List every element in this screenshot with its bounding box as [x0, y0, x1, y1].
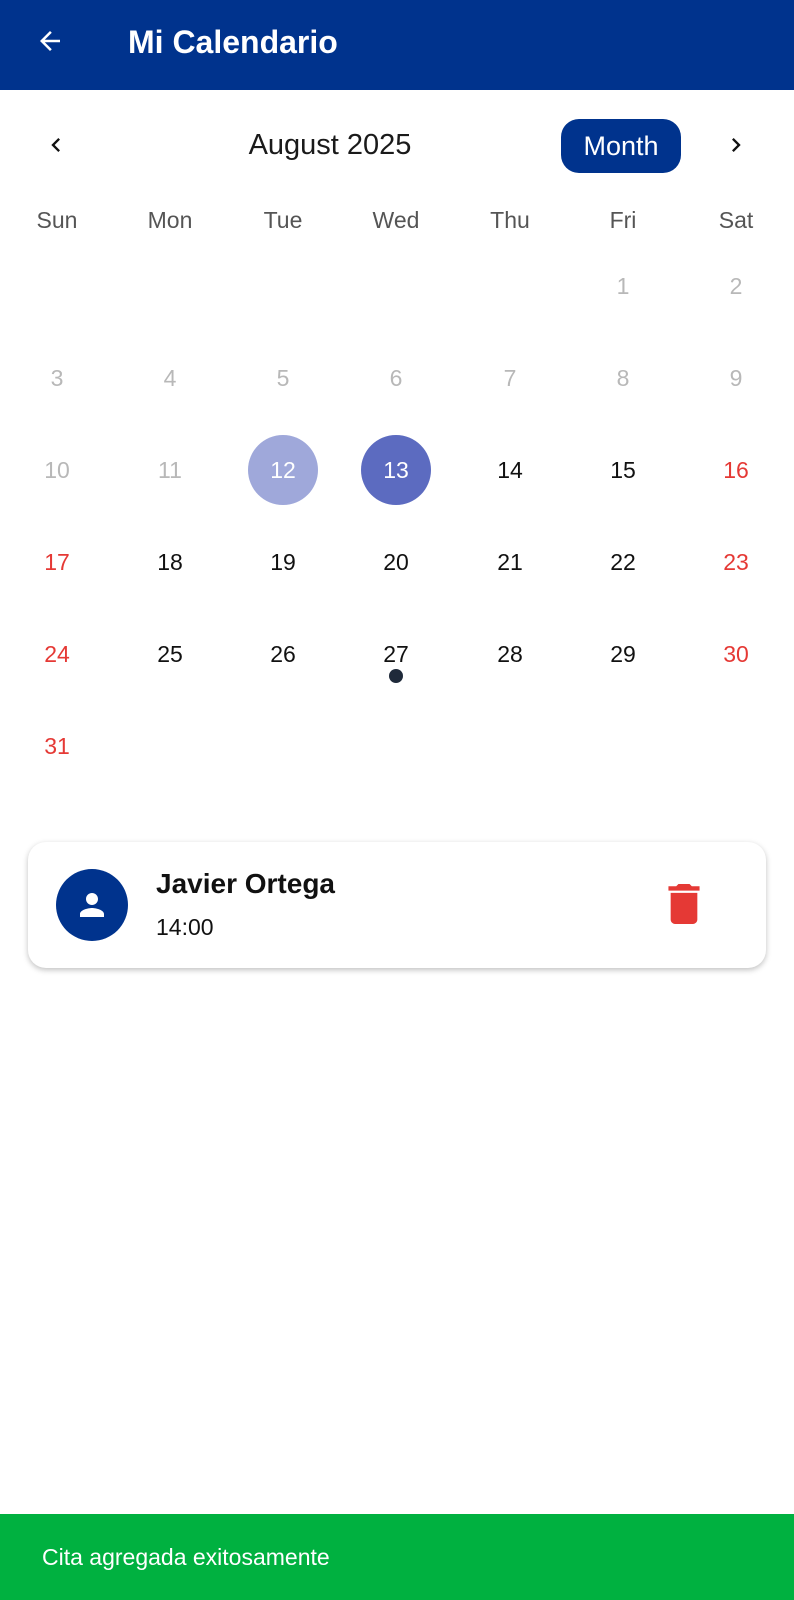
day-27[interactable]: 27 [361, 619, 431, 689]
appointment-card[interactable]: Javier Ortega 14:00 [28, 842, 766, 968]
day-14[interactable]: 14 [475, 435, 545, 505]
avatar [56, 869, 128, 941]
day-26[interactable]: 26 [248, 619, 318, 689]
day-15[interactable]: 15 [588, 435, 658, 505]
day-10[interactable]: 10 [22, 435, 92, 505]
day-7[interactable]: 7 [475, 343, 545, 413]
day-29[interactable]: 29 [588, 619, 658, 689]
appointment-name: Javier Ortega [156, 868, 335, 899]
day-20[interactable]: 20 [361, 527, 431, 597]
day-6[interactable]: 6 [361, 343, 431, 413]
delete-button[interactable] [664, 883, 704, 925]
day-13[interactable]: 13 [361, 435, 431, 505]
person-icon [80, 893, 104, 917]
snackbar: Cita agregada exitosamente [0, 1514, 794, 1600]
day-22[interactable]: 22 [588, 527, 658, 597]
snackbar-message: Cita agregada exitosamente [42, 1544, 330, 1570]
day-2[interactable]: 2 [701, 251, 771, 321]
day-28[interactable]: 28 [475, 619, 545, 689]
appointment-time: 14:00 [156, 914, 214, 940]
day-9[interactable]: 9 [701, 343, 771, 413]
day-12[interactable]: 12 [248, 435, 318, 505]
day-31[interactable]: 31 [22, 711, 92, 781]
day-11[interactable]: 11 [135, 435, 205, 505]
day-24[interactable]: 24 [22, 619, 92, 689]
day-18[interactable]: 18 [135, 527, 205, 597]
day-21[interactable]: 21 [475, 527, 545, 597]
day-16[interactable]: 16 [701, 435, 771, 505]
day-19[interactable]: 19 [248, 527, 318, 597]
day-4[interactable]: 4 [135, 343, 205, 413]
day-5[interactable]: 5 [248, 343, 318, 413]
day-17[interactable]: 17 [22, 527, 92, 597]
calendar-grid: 1 2 3 4 5 6 7 8 9 10 11 12 13 14 15 16 17 18 19 20 21 22 23 24 2… [0, 0, 794, 800]
day-1[interactable]: 1 [588, 251, 658, 321]
trash-icon [668, 884, 700, 924]
day-23[interactable]: 23 [701, 527, 771, 597]
day-3[interactable]: 3 [22, 343, 92, 413]
day-8[interactable]: 8 [588, 343, 658, 413]
day-25[interactable]: 25 [135, 619, 205, 689]
day-30[interactable]: 30 [701, 619, 771, 689]
